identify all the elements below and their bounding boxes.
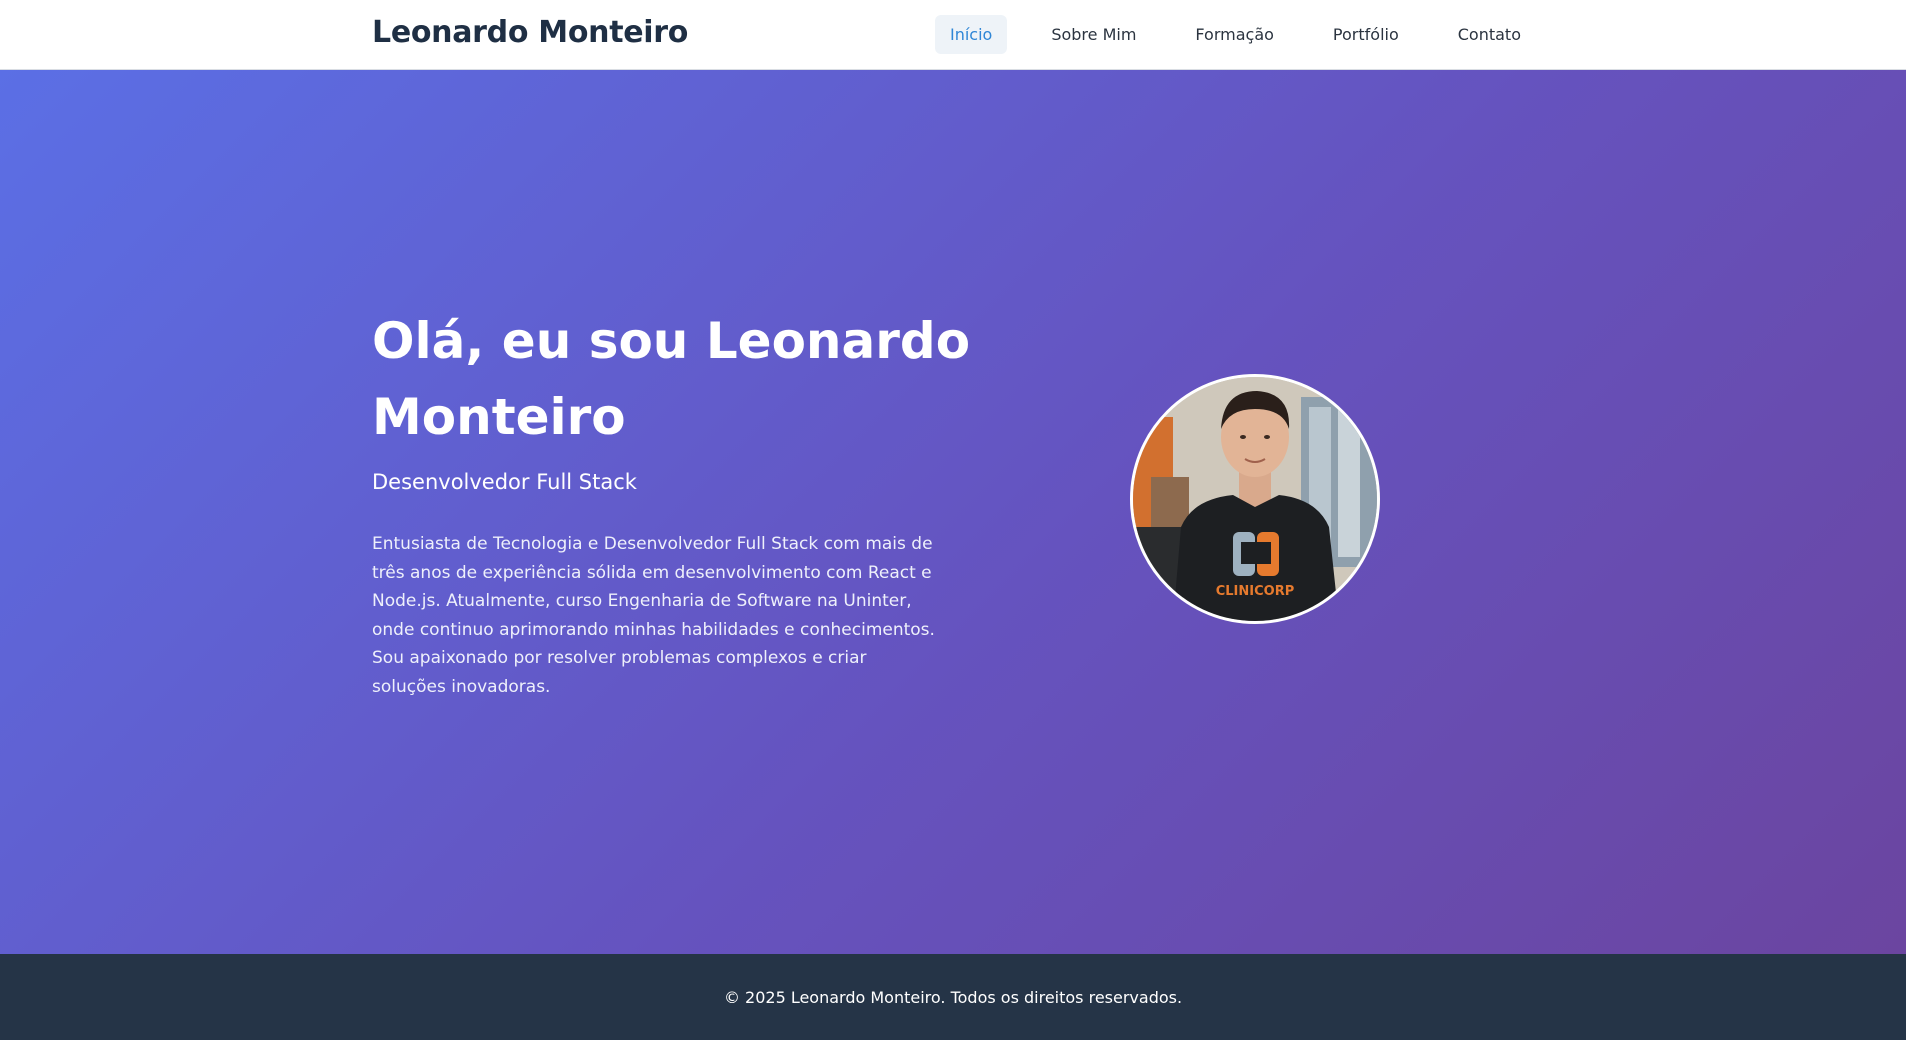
nav-link-contato[interactable]: Contato: [1443, 15, 1536, 54]
nav-link-inicio[interactable]: Início: [934, 15, 1008, 54]
nav-link-portfolio[interactable]: Portfólio: [1318, 15, 1414, 54]
footer-copyright: © 2025 Leonardo Monteiro. Todos os direi…: [723, 988, 1183, 1007]
shirt-logo-text: CLINICORP: [1216, 584, 1295, 599]
footer: © 2025 Leonardo Monteiro. Todos os direi…: [0, 954, 1906, 1040]
nav-link-formacao[interactable]: Formação: [1180, 15, 1289, 54]
brand-logo[interactable]: Leonardo Monteiro: [372, 15, 688, 50]
hero-title: Olá, eu sou Leonardo Monteiro: [372, 312, 971, 446]
hero-description: Entusiasta de Tecnologia e Desenvolvedor…: [372, 534, 935, 697]
main-nav: Início Sobre Mim Formação Portfólio Cont…: [906, 15, 1536, 54]
hero-section: Olá, eu sou Leonardo Monteiro Desenvolve…: [0, 70, 1906, 954]
profile-photo: CLINICORP: [1130, 374, 1380, 624]
nav-link-sobre-mim[interactable]: Sobre Mim: [1036, 15, 1151, 54]
hero-subtitle: Desenvolvedor Full Stack: [372, 470, 637, 494]
navbar: Leonardo Monteiro Início Sobre Mim Forma…: [0, 0, 1906, 70]
